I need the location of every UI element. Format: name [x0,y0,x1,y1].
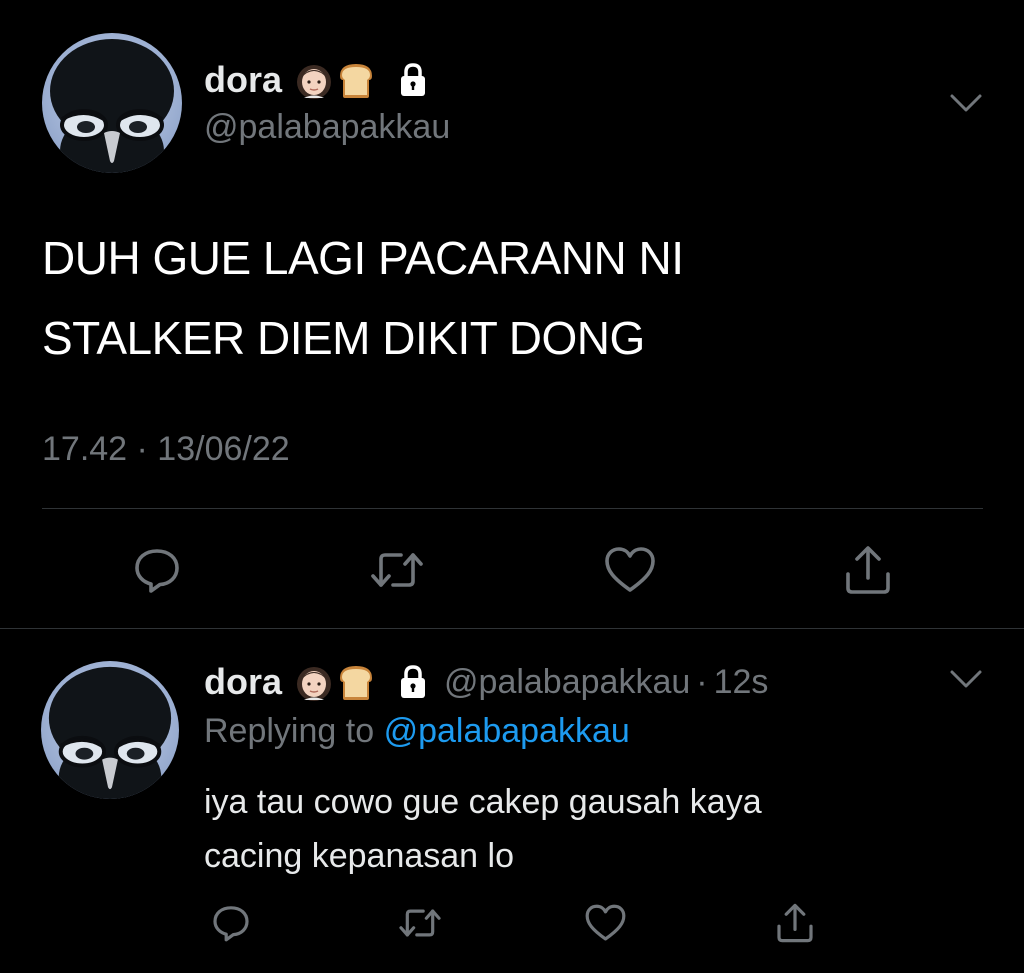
reply-button[interactable] [203,895,259,951]
share-icon [846,546,890,594]
separator: · [696,662,708,701]
tweet-text: iya tau cowo gue cakep gausah kaya cacin… [204,775,984,883]
tweet-text-line: iya tau cowo gue cakep gausah kaya [204,783,762,821]
tweet-text: DUH GUE LAGI PACARANN NI STALKER DIEM DI… [42,218,982,378]
lock-icon [398,62,428,98]
woman-emoji [294,662,334,702]
timestamp[interactable]: 17.42 · 13/06/22 [42,430,290,469]
display-name[interactable]: dora [204,661,282,703]
share-button[interactable] [767,895,823,951]
handle[interactable]: @palabapakkau [444,663,690,702]
heart-icon [585,904,625,941]
author-row: dora @palabapakkau · 12s [204,660,768,704]
avatar[interactable] [42,33,182,173]
heart-icon [605,547,655,592]
share-button[interactable] [838,540,898,600]
tweet-text-line: DUH GUE LAGI PACARANN NI [42,232,684,284]
retweet-icon [399,909,441,937]
action-bar [0,895,1024,951]
bread-emoji [336,662,376,702]
action-bar [0,540,1024,600]
time-ago[interactable]: 12s [714,663,769,702]
author-row: dora [204,58,428,102]
replying-to: Replying to @palabapakkau [204,712,630,751]
replying-to-label: Replying to [204,712,375,750]
like-button[interactable] [577,895,633,951]
reply-button[interactable] [127,540,187,600]
display-name[interactable]: dora [204,59,282,101]
handle[interactable]: @palabapakkau [204,108,450,147]
bread-emoji [336,60,376,100]
retweet-button[interactable] [367,540,427,600]
reply-icon [135,549,179,593]
tweet-text-line: STALKER DIEM DIKIT DONG [42,312,645,364]
tweet-text-line: cacing kepanasan lo [204,837,515,875]
divider [0,628,1024,629]
retweet-button[interactable] [392,895,448,951]
like-button[interactable] [600,540,660,600]
chevron-down-icon[interactable] [948,668,984,690]
avatar[interactable] [41,661,179,799]
mention-link[interactable]: @palabapakkau [384,712,630,750]
lock-icon [398,664,428,700]
woman-emoji [294,60,334,100]
main-tweet: dora @palabapakkau DUH GUE LAGI PACARANN… [0,0,1024,628]
share-icon [777,903,813,943]
divider [42,508,983,509]
retweet-icon [371,553,423,587]
chevron-down-icon[interactable] [948,92,984,114]
reply-icon [213,906,249,942]
